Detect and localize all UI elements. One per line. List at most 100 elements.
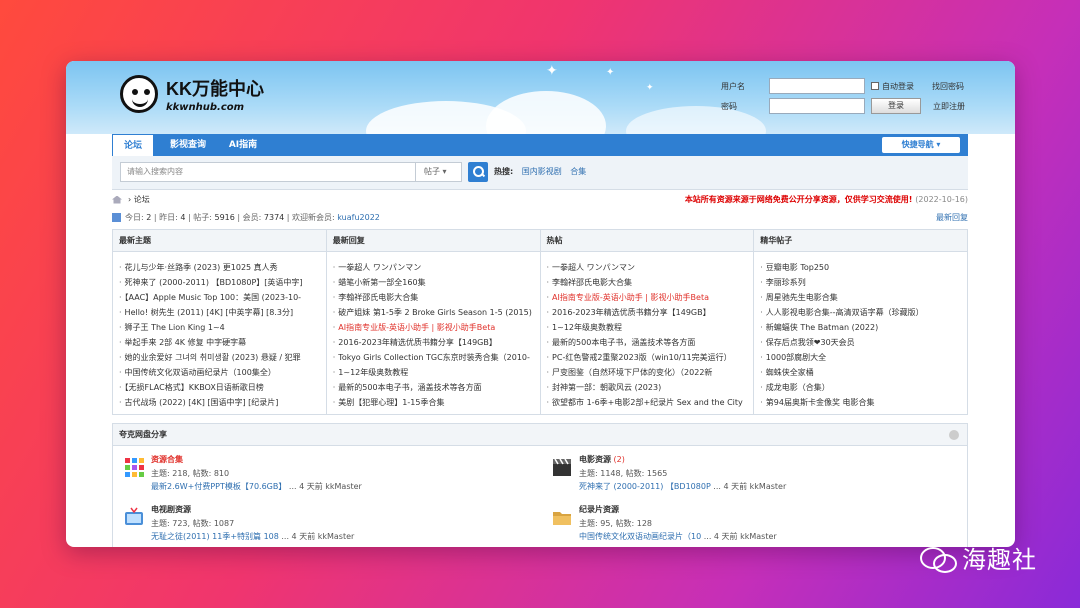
topic-link[interactable]: 蜘蛛侠全家桶 [760,365,967,380]
register-link[interactable]: 立即注册 [933,101,965,112]
auto-login-checkbox[interactable] [871,82,879,90]
topic-link[interactable]: 李翰祥邵氏电影大合集 [333,290,540,305]
topic-link[interactable]: 花儿与少年·丝路季 (2023) 更1025 真人秀 [119,260,326,275]
forum-name[interactable]: 电影资源 (2) [579,454,625,465]
collapse-icon[interactable] [949,430,959,440]
tab-ai-guide[interactable]: AI指南 [220,134,266,156]
folder-icon [551,506,573,528]
notice-text: 本站所有资源来源于网络免费公开分享资源，仅供学习交流使用! [684,195,913,204]
logo-subtitle: kkwnhub.com [166,102,245,113]
topic-link[interactable]: 最新的500本电子书，涵盖技术等各方面 [333,380,540,395]
wechat-icon [920,545,957,573]
topic-link[interactable]: 新蝙蝠侠 The Batman (2022) [760,320,967,335]
topic-link[interactable]: 美剧【犯罪心理】1-15季合集 [333,395,540,410]
topic-link[interactable]: 举起手来 2部 4K 修复 中字硬字幕 [119,335,326,350]
topic-link[interactable]: 周星驰先生电影合集 [760,290,967,305]
username-label: 用户名 [721,81,745,91]
column-title: 最新回复 [326,230,540,252]
search-icon[interactable] [468,162,488,182]
topic-link[interactable]: 1~12年级奥数教程 [333,365,540,380]
topic-link[interactable]: 一拳超人 ワンパンマン [547,260,754,275]
username-input[interactable] [769,78,865,94]
login-form: 用户名 自动登录 找回密码 密码 登录 立即注册 [721,76,965,116]
logo-title: KK万能中心 [166,79,264,99]
topic-link[interactable]: 死神来了 (2000-2011) 【BD1080P】[英语中字] [119,275,326,290]
forum-board[interactable]: 电影资源 (2) 主题: 1148, 帖数: 1565 死神来了 (2000-201… [547,452,967,498]
topic-link[interactable]: 豆瓣电影 Top250 [760,260,967,275]
forum-board[interactable]: 资源合集 主题: 218, 帖数: 810 最新2.6W+付费PPT模板【70.6G… [119,452,539,498]
site-logo[interactable]: KK万能中心 kkwnhub.com [120,75,264,113]
topic-link[interactable]: 保存后点我领❤30天会员 [760,335,967,350]
grid-icon [123,456,145,478]
topic-link[interactable]: 第94届奥斯卡金像奖 电影合集 [760,395,967,410]
forum-last-post: 无耻之徒(2011) 11季+特别篇 108 ... 4 天前 kkMaster [151,532,355,541]
forum-name[interactable]: 电视剧资源 [151,504,191,515]
search-type-select[interactable]: 帖子 ▾ [416,162,462,182]
forum-stats: 主题: 95, 帖数: 128 [579,519,653,528]
last-post-link[interactable]: 死神来了 (2000-2011) 【BD1080P [579,482,711,491]
home-icon[interactable] [112,195,122,204]
topic-link[interactable]: PC-红色警戒2重聚2023版（win10/11完美运行） [547,350,754,365]
topic-link[interactable]: 尸变图鉴（自然环境下尸体的变化）（2022新 [547,365,754,380]
breadcrumb-forum[interactable]: 论坛 [134,195,150,204]
topic-link[interactable]: 李翰祥邵氏电影大合集 [547,275,754,290]
hot-search: 热搜: 国内影视剧 合集 [494,166,586,177]
topic-column: 热帖一拳超人 ワンパンマン李翰祥邵氏电影大合集AI指南专业版-英语小助手 | 影… [540,230,755,414]
main-nav: 论坛 影视查询 AI指南 快捷导航 ▾ [112,134,968,156]
forum-board[interactable]: 电视剧资源主题: 723, 帖数: 1087 无耻之徒(2011) 11季+特别篇… [119,502,539,547]
topic-link[interactable]: AI指南专业版-英语小助手 | 影视小助手Beta [547,290,754,305]
search-bar: 请输入搜索内容 帖子 ▾ 热搜: 国内影视剧 合集 [112,156,968,190]
topic-link[interactable]: 狮子王 The Lion King 1~4 [119,320,326,335]
topic-link[interactable]: 【无损FLAC格式】KKBOX日语新歌日榜 [119,380,326,395]
topic-link[interactable]: 1~12年级奥数教程 [547,320,754,335]
topic-link[interactable]: 2016-2023年精选优质书籍分享【149GB】 [333,335,540,350]
hot-search-label: 热搜: [494,167,514,176]
topic-link[interactable]: 蜡笔小新第一部全160集 [333,275,540,290]
tv-icon [123,506,145,528]
last-post-link[interactable]: 最新2.6W+付费PPT模板【70.6GB】 [151,482,286,491]
topic-link[interactable]: 欲望都市 1-6季+电影2部+纪录片 Sex and the City [547,395,754,410]
tab-movie-search[interactable]: 影视查询 [158,134,218,156]
topic-grid: 最新主题花儿与少年·丝路季 (2023) 更1025 真人秀死神来了 (2000… [112,229,968,415]
tab-forum[interactable]: 论坛 [112,134,154,156]
topic-link[interactable]: Tokyo Girls Collection TGC东京时装秀合集（2010- [333,350,540,365]
topic-link[interactable]: 成龙电影（合集） [760,380,967,395]
password-input[interactable] [769,98,865,114]
topic-link[interactable]: 中国传统文化双语动画纪录片（100集全） [119,365,326,380]
forum-name[interactable]: 资源合集 [151,454,183,465]
search-input[interactable]: 请输入搜索内容 [120,162,416,182]
find-password-link[interactable]: 找回密码 [932,81,964,92]
forum-stats: 主题: 723, 帖数: 1087 [151,519,235,528]
login-button[interactable]: 登录 [871,98,921,114]
last-post-link[interactable]: 无耻之徒(2011) 11季+特别篇 108 [151,532,279,541]
forum-name[interactable]: 纪录片资源 [579,504,619,515]
auto-login-label: 自动登录 [882,81,914,91]
logo-face-icon [120,75,158,113]
quick-nav-button[interactable]: 快捷导航 ▾ [882,137,960,153]
notice-date: (2022-10-16) [915,195,968,204]
newest-member-link[interactable]: kuafu2022 [337,213,380,222]
topic-link[interactable]: 【AAC】Apple Music Top 100：美国 (2023-10- [119,290,326,305]
topic-link[interactable]: 人人影视电影合集--高清双语字幕（珍藏版） [760,305,967,320]
clapperboard-icon [551,456,573,478]
topic-link[interactable]: 她的业余爱好 그녀의 취미생활 (2023) 悬疑 / 犯罪 [119,350,326,365]
topic-link[interactable]: 最新的500本电子书，涵盖技术等各方面 [547,335,754,350]
forum-stats: 今日: 2 | 昨日: 4 | 帖子: 5916 | 会员: 7374 | 欢迎… [112,210,968,225]
topic-link[interactable]: 古代战场 (2022) [4K] [国语中字] [纪录片] [119,395,326,410]
topic-link[interactable]: Hello! 树先生 (2011) [4K] [中英字幕] [8.3分] [119,305,326,320]
topic-link[interactable]: 破产姐妹 第1-5季 2 Broke Girls Season 1-5 (201… [333,305,540,320]
stats-chart-icon [112,213,121,222]
topic-link[interactable]: 封神第一部：朝歌风云 (2023) [547,380,754,395]
topic-link[interactable]: 一拳超人 ワンパンマン [333,260,540,275]
topic-link[interactable]: 1000部腐剧大全 [760,350,967,365]
topic-link[interactable]: 2016-2023年精选优质书籍分享【149GB】 [547,305,754,320]
hot-search-link[interactable]: 国内影视剧 [522,167,562,176]
latest-reply-link[interactable]: 最新回复 [936,210,968,225]
forum-board[interactable]: 纪录片资源 主题: 95, 帖数: 128 中国传统文化双语动画纪录片（10 ...… [547,502,967,547]
forum-last-post: 死神来了 (2000-2011) 【BD1080P ... 4 天前 kkMas… [579,482,787,491]
section-header: 夸克网盘分享 [113,424,967,446]
last-post-link[interactable]: 中国传统文化双语动画纪录片（10 [579,532,701,541]
topic-link[interactable]: 李丽珍系列 [760,275,967,290]
topic-link[interactable]: AI指南专业版-英语小助手 | 影视小助手Beta [333,320,540,335]
hot-search-link[interactable]: 合集 [570,167,586,176]
